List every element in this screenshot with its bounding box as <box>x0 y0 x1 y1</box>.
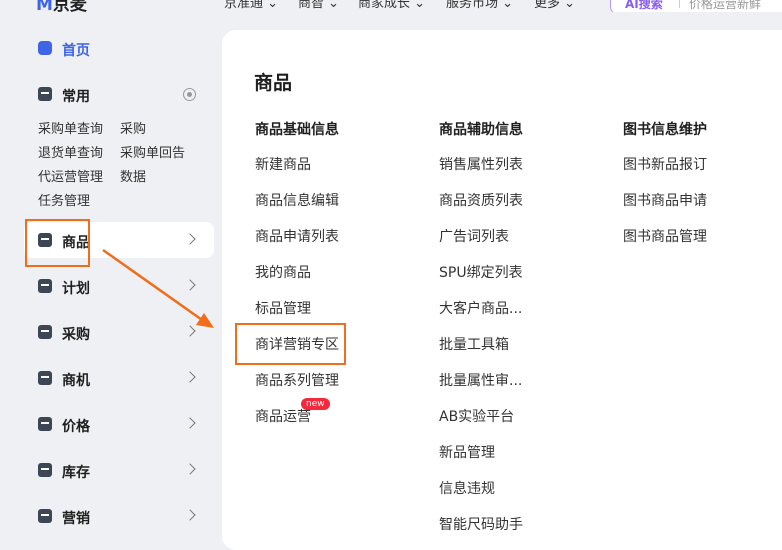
annotation-arrow-icon <box>102 248 214 328</box>
